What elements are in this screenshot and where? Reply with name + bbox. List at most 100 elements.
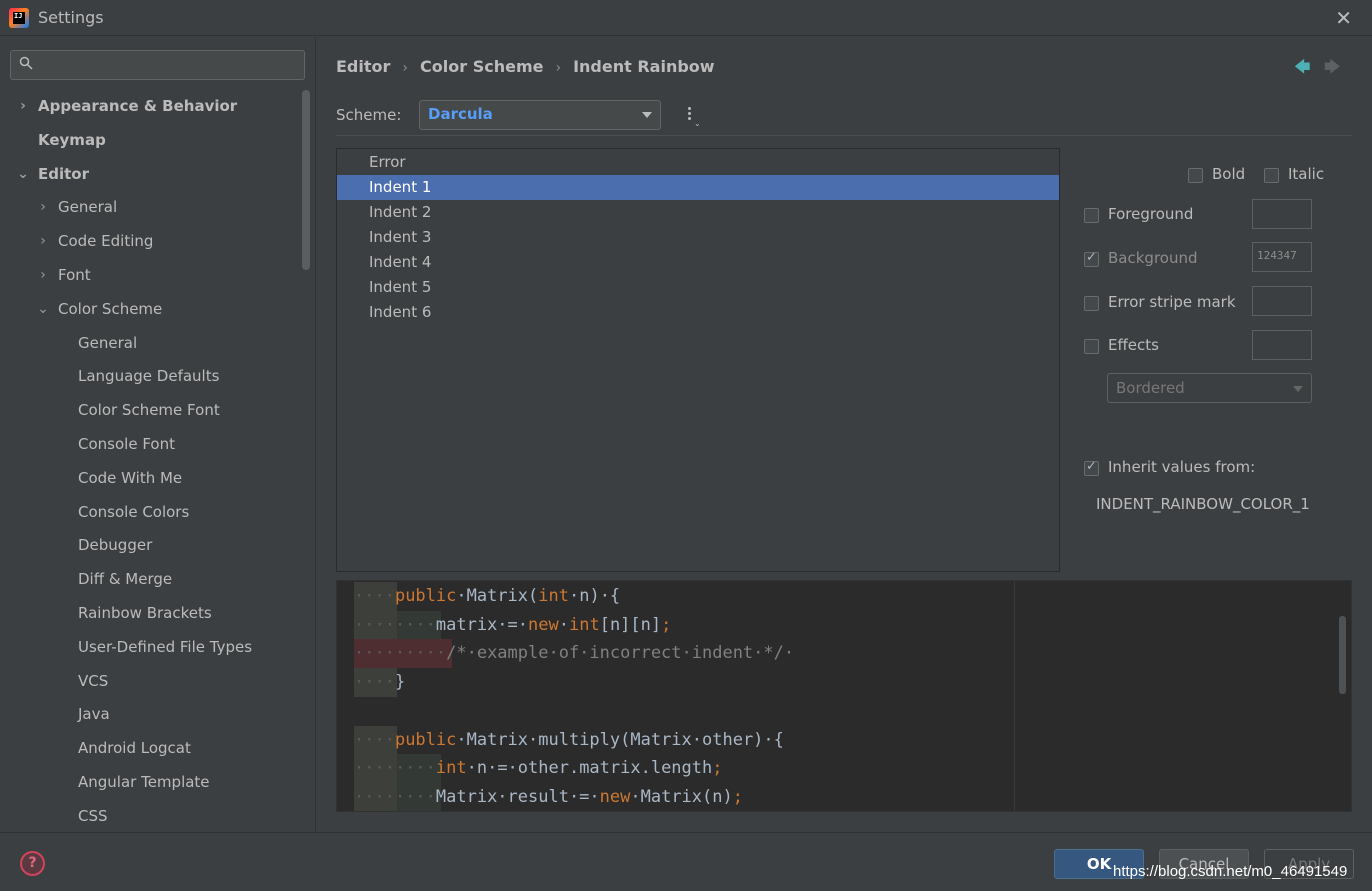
italic-checkbox[interactable]	[1264, 168, 1279, 183]
chevron-down-icon[interactable]: ⌄	[36, 293, 50, 327]
chevron-down-icon	[1293, 386, 1303, 392]
search-icon	[19, 56, 33, 70]
sidebar-item[interactable]: Console Font	[0, 428, 302, 462]
sidebar-item[interactable]: Rainbow Brackets	[0, 597, 302, 631]
intellij-app-icon: IJ	[9, 8, 29, 28]
sidebar-item[interactable]: CSS	[0, 800, 302, 834]
effects-checkbox[interactable]	[1084, 339, 1099, 354]
sidebar-item-label: User-Defined File Types	[78, 637, 253, 656]
help-icon[interactable]: ?	[20, 851, 45, 876]
sidebar-item-label: Font	[58, 265, 91, 284]
effects-label: Effects	[1108, 336, 1159, 354]
chevron-down-icon[interactable]: ⌄	[16, 158, 30, 192]
sidebar-item[interactable]: › General	[0, 191, 302, 225]
sidebar-item-label: Debugger	[78, 536, 153, 555]
sidebar-item[interactable]: Code With Me	[0, 462, 302, 496]
close-icon[interactable]: ✕	[1335, 6, 1352, 30]
code-line: ·········/*·example·of·incorrect·indent·…	[354, 643, 795, 664]
sidebar-item-label: Rainbow Brackets	[78, 603, 212, 622]
sidebar-item[interactable]: › Code Editing	[0, 225, 302, 259]
foreground-checkbox[interactable]	[1084, 208, 1099, 223]
sidebar-item[interactable]: Keymap	[0, 124, 302, 158]
scheme-value: Darcula	[428, 105, 493, 123]
attribute-properties: Bold Italic Foreground Background 124347…	[1084, 157, 1354, 577]
italic-label: Italic	[1288, 165, 1325, 183]
attribute-list-item[interactable]: Indent 1	[337, 175, 1059, 200]
sidebar-item-label: Editor	[38, 164, 89, 183]
sidebar-item[interactable]: Java	[0, 698, 302, 732]
background-color-code: 124347	[1257, 249, 1297, 262]
effects-type-dropdown[interactable]: Bordered	[1107, 373, 1312, 403]
sidebar-item[interactable]: User-Defined File Types	[0, 631, 302, 665]
sidebar-item[interactable]: Debugger	[0, 529, 302, 563]
sidebar-item[interactable]: ⌄ Editor	[0, 158, 302, 192]
forward-arrow-icon[interactable]: 🡆	[1324, 56, 1341, 83]
code-line: ········Matrix·result·=·new·Matrix(n);	[354, 786, 743, 807]
preview-scrollbar[interactable]	[1339, 616, 1346, 694]
inherit-source-link[interactable]: INDENT_RAINBOW_COLOR_1	[1096, 495, 1310, 513]
error-stripe-checkbox[interactable]	[1084, 296, 1099, 311]
sidebar-item[interactable]: General	[0, 327, 302, 361]
effects-color-swatch[interactable]	[1252, 330, 1312, 360]
attribute-list: Error Indent 1 Indent 2 Indent 3 Indent 4 Ind…	[336, 148, 1060, 572]
background-color-swatch[interactable]: 124347	[1252, 242, 1312, 272]
settings-tree: › Appearance & Behavior Keymap ⌄ Editor › Gene…	[0, 90, 302, 834]
sidebar-item[interactable]: Diff & Merge	[0, 563, 302, 597]
right-margin-guide	[1014, 581, 1015, 811]
sidebar-item[interactable]: ⌄ Color Scheme	[0, 293, 302, 327]
settings-sidebar: › Appearance & Behavior Keymap ⌄ Editor › Gene…	[0, 37, 316, 832]
error-stripe-label: Error stripe mark	[1108, 293, 1236, 311]
sidebar-item[interactable]: VCS	[0, 665, 302, 699]
code-line: ····public·Matrix(int·n)·{	[354, 586, 621, 606]
sidebar-item-label: Java	[78, 705, 110, 724]
sidebar-item-label: Angular Template	[78, 772, 210, 791]
sidebar-item-label: Appearance & Behavior	[38, 97, 238, 115]
foreground-color-swatch[interactable]	[1252, 199, 1312, 229]
attribute-list-item[interactable]: Indent 6	[337, 300, 1059, 325]
sidebar-item[interactable]: Language Defaults	[0, 360, 302, 394]
background-checkbox[interactable]	[1084, 250, 1099, 267]
attribute-list-item[interactable]: Indent 2	[337, 200, 1059, 225]
scheme-dropdown[interactable]: Darcula	[419, 100, 661, 130]
attribute-list-item[interactable]: Error	[337, 150, 1059, 175]
code-line: ········matrix·=·new·int[n][n];	[354, 614, 672, 635]
code-preview[interactable]: ····public·Matrix(int·n)·{ ········matrix…	[336, 580, 1352, 812]
bold-label: Bold	[1212, 165, 1246, 183]
sidebar-item[interactable]: Console Colors	[0, 496, 302, 530]
sidebar-item-label: Diff & Merge	[78, 570, 173, 589]
sidebar-item[interactable]: › Appearance & Behavior	[0, 90, 302, 124]
sidebar-item-label: Language Defaults	[78, 367, 220, 386]
inherit-checkbox[interactable]	[1084, 459, 1099, 476]
sidebar-item-label: Code With Me	[78, 468, 183, 487]
effects-type-value: Bordered	[1116, 379, 1185, 397]
bold-checkbox[interactable]	[1188, 168, 1203, 183]
divider	[336, 135, 1352, 136]
sidebar-item[interactable]: Color Scheme Font	[0, 394, 302, 428]
attribute-list-item[interactable]: Indent 4	[337, 250, 1059, 275]
sidebar-item-label: Console Colors	[78, 502, 190, 521]
error-stripe-color-swatch[interactable]	[1252, 286, 1312, 316]
breadcrumb-editor[interactable]: Editor	[336, 57, 390, 76]
sidebar-item[interactable]: Android Logcat	[0, 732, 302, 766]
breadcrumb-color-scheme[interactable]: Color Scheme	[420, 57, 543, 76]
attribute-list-item[interactable]: Indent 3	[337, 225, 1059, 250]
inherit-label: Inherit values from:	[1108, 458, 1256, 476]
attribute-list-item[interactable]: Indent 5	[337, 275, 1059, 300]
chevron-right-icon[interactable]: ›	[36, 259, 50, 293]
scheme-label: Scheme:	[336, 106, 402, 124]
back-arrow-icon[interactable]: 🡄	[1294, 56, 1311, 83]
dialog-footer: ? OK Cancel Apply https://blog.csdn.net/…	[0, 832, 1372, 891]
watermark-text: https://blog.csdn.net/m0_46491549	[1113, 863, 1348, 880]
sidebar-scrollbar[interactable]	[302, 90, 310, 270]
code-line: ········int·n·=·other.matrix.length;	[354, 758, 723, 779]
sidebar-item[interactable]: Angular Template	[0, 766, 302, 800]
chevron-down-icon	[642, 112, 652, 118]
breadcrumb: Editor › Color Scheme › Indent Rainbow	[336, 57, 715, 76]
chevron-right-icon[interactable]: ›	[36, 225, 50, 259]
sidebar-item-label: VCS	[78, 671, 109, 690]
chevron-right-icon[interactable]: ›	[16, 90, 30, 124]
search-input[interactable]	[10, 50, 305, 80]
chevron-right-icon[interactable]: ›	[36, 191, 50, 225]
scheme-actions-menu-icon[interactable]: ⌄	[686, 105, 702, 128]
sidebar-item[interactable]: › Font	[0, 259, 302, 293]
